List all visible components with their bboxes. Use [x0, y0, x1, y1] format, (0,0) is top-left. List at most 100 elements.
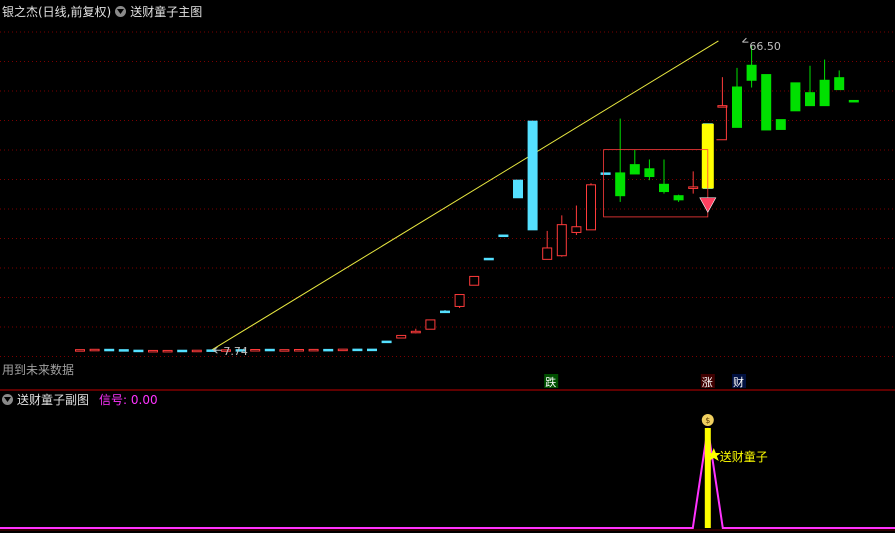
candle — [264, 348, 275, 352]
candle-body — [396, 334, 407, 339]
candle — [396, 334, 407, 339]
money-bag-symbol: $ — [705, 416, 710, 425]
candle — [425, 319, 436, 330]
gem-icon — [699, 197, 717, 213]
candle-body — [133, 349, 144, 353]
candle-body — [250, 349, 261, 352]
candle-body — [410, 330, 421, 334]
candle-body — [746, 64, 757, 81]
main-indicator-name[interactable]: 送财童子主图 — [130, 3, 202, 20]
candle-body — [732, 86, 742, 128]
candle-body — [644, 168, 655, 178]
candle-body — [162, 349, 173, 353]
signal-line — [0, 427, 895, 529]
candle — [732, 67, 742, 128]
candle — [381, 340, 392, 344]
candle — [629, 149, 640, 175]
candle-body — [148, 349, 158, 353]
candle-body — [469, 275, 480, 286]
candle — [819, 59, 830, 107]
candle-body — [483, 257, 494, 261]
candle-body — [629, 164, 640, 175]
candle-body — [673, 195, 684, 201]
candle-body — [118, 349, 129, 352]
candle — [89, 348, 100, 352]
low-price-label: 7.74 — [223, 345, 248, 358]
sub-indicator-name[interactable]: 送财童子副图 — [17, 391, 89, 408]
candle-body — [688, 186, 699, 189]
high-arrow — [742, 37, 749, 43]
candle — [790, 82, 801, 112]
candle-body — [805, 92, 815, 107]
candle — [162, 349, 173, 353]
candle — [118, 349, 129, 352]
signal-bar — [704, 428, 711, 528]
candle-body — [308, 348, 319, 352]
candle — [469, 275, 480, 286]
candle — [834, 70, 845, 91]
candle — [571, 205, 582, 236]
marker-cai: 财 — [733, 375, 744, 389]
marker-die: 跌 — [545, 375, 556, 389]
sub-chart-header: 送财童子副图 信号: 0.00 — [2, 391, 158, 408]
candle — [337, 348, 348, 352]
candle — [659, 159, 669, 194]
candle-body — [191, 349, 202, 353]
candle — [717, 77, 728, 108]
candle-body — [337, 348, 348, 352]
candle-body — [498, 234, 509, 238]
sub-marker-label: 送财童子 — [720, 449, 768, 464]
candle — [483, 257, 494, 261]
candle-body — [177, 349, 188, 353]
candle-body — [454, 294, 465, 307]
candle-body — [352, 348, 363, 352]
main-chart-header: 银之杰(日线,前复权) 送财童子主图 — [2, 3, 202, 20]
candle-body — [279, 349, 290, 352]
candle — [805, 65, 815, 107]
future-data-label: 用到未来数据 — [2, 362, 74, 377]
candle — [688, 171, 699, 194]
candle-body — [367, 348, 377, 352]
candle-body — [600, 172, 611, 175]
chevron-down-icon[interactable] — [115, 6, 127, 17]
candle-body — [571, 226, 582, 233]
candle-body — [104, 348, 115, 352]
candle-body — [264, 348, 275, 352]
candle — [542, 230, 553, 260]
candle — [498, 234, 509, 238]
candle-body — [425, 319, 436, 330]
candle — [308, 348, 319, 352]
candle-body — [615, 172, 626, 197]
candle — [556, 215, 567, 257]
candle-body — [659, 183, 669, 193]
trend-line — [211, 40, 719, 351]
candle-body — [761, 74, 772, 131]
candle — [673, 194, 684, 202]
candle — [775, 119, 786, 130]
candle-body — [89, 348, 100, 352]
candle — [615, 118, 626, 202]
candle — [367, 348, 377, 352]
candle — [513, 179, 523, 199]
candle-body — [381, 340, 392, 344]
top-hook — [716, 105, 727, 141]
chevron-down-icon[interactable] — [2, 394, 13, 405]
candle — [410, 328, 421, 334]
candle — [191, 349, 202, 353]
candle-body — [834, 77, 845, 91]
stock-title: 银之杰(日线,前复权) — [2, 5, 112, 19]
candle — [323, 348, 334, 352]
candle — [440, 310, 450, 314]
candle — [644, 159, 655, 181]
candle-body — [527, 120, 538, 231]
candle — [848, 99, 859, 103]
signal-value: 信号: 0.00 — [99, 393, 158, 407]
candle-body — [440, 310, 450, 314]
candle-body — [819, 79, 830, 107]
candle-body — [775, 119, 786, 130]
candle — [586, 183, 596, 231]
high-price-label: 66.50 — [749, 40, 781, 53]
candle — [104, 348, 115, 352]
candle — [133, 349, 144, 353]
candle-body — [586, 184, 596, 231]
